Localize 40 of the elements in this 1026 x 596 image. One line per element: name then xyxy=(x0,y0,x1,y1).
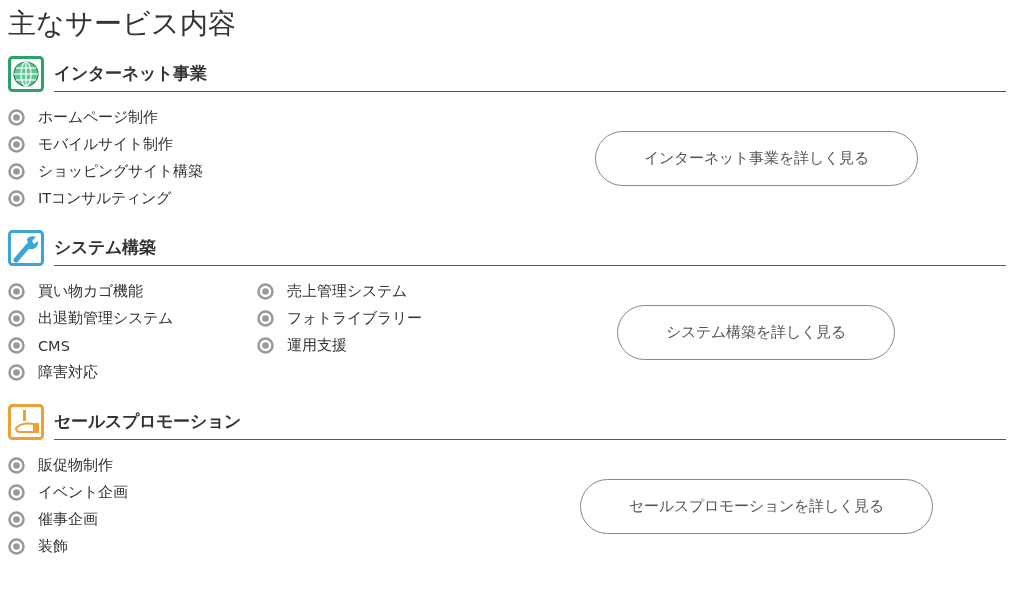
service-item: 売上管理システム xyxy=(287,282,407,301)
bullet-icon xyxy=(8,457,25,474)
details-button[interactable]: セールスプロモーションを詳しく見る xyxy=(579,478,933,534)
bullet-icon xyxy=(8,538,25,555)
bullet-icon xyxy=(8,163,25,180)
service-item: 障害対応 xyxy=(38,363,98,382)
bullet-icon xyxy=(257,283,274,300)
service-item: ホームページ制作 xyxy=(38,108,158,127)
hand-icon xyxy=(8,404,44,440)
section-heading: セールスプロモーション xyxy=(54,410,1006,440)
page-title: 主なサービス内容 xyxy=(8,6,237,42)
service-item: ITコンサルティング xyxy=(38,189,172,208)
details-button[interactable]: システム構築を詳しく見る xyxy=(617,304,895,360)
section-heading: インターネット事業 xyxy=(54,62,1006,92)
bullet-icon xyxy=(8,283,25,300)
service-item: CMS xyxy=(38,337,70,354)
service-item: 出退勤管理システム xyxy=(38,309,173,328)
service-item: 販促物制作 xyxy=(38,456,113,475)
service-item: イベント企画 xyxy=(38,483,128,502)
bullet-icon xyxy=(8,511,25,528)
service-item: 運用支援 xyxy=(287,336,347,355)
details-button[interactable]: インターネット事業を詳しく見る xyxy=(594,130,918,186)
bullet-icon xyxy=(8,337,25,354)
service-item: モバイルサイト制作 xyxy=(38,135,173,154)
bullet-icon xyxy=(8,190,25,207)
service-item: 催事企画 xyxy=(38,510,98,529)
bullet-icon xyxy=(8,109,25,126)
wrench-icon xyxy=(8,230,44,266)
service-item: フォトライブラリー xyxy=(287,309,422,328)
section-heading: システム構築 xyxy=(54,236,1006,266)
bullet-icon xyxy=(8,136,25,153)
service-item: ショッピングサイト構築 xyxy=(38,162,203,181)
bullet-icon xyxy=(257,337,274,354)
service-item: 買い物カゴ機能 xyxy=(38,282,143,301)
bullet-icon xyxy=(8,310,25,327)
globe-icon xyxy=(8,56,44,92)
bullet-icon xyxy=(8,364,25,381)
service-item: 装飾 xyxy=(38,537,68,556)
bullet-icon xyxy=(257,310,274,327)
bullet-icon xyxy=(8,484,25,501)
